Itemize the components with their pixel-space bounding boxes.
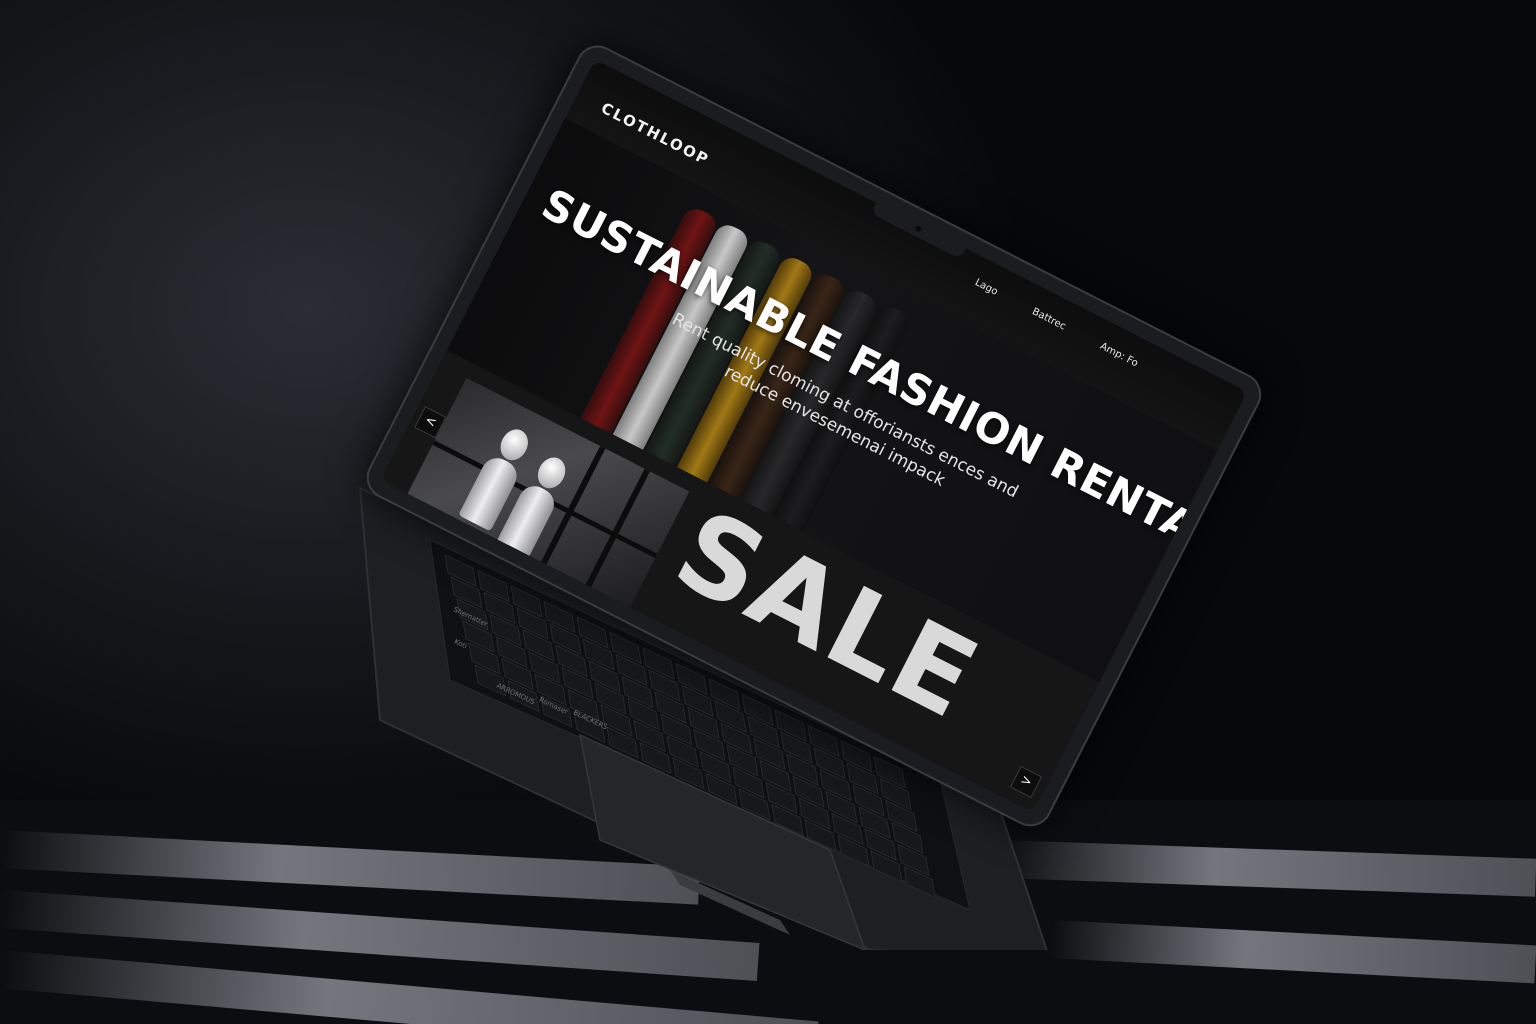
laptop-lid: CLOTHLOOP SUSTAINABLE FASHION RENTALS Re… xyxy=(359,38,1288,834)
light-stripe xyxy=(1049,920,1536,984)
carousel-next-button[interactable]: > xyxy=(1009,765,1043,799)
camera-icon xyxy=(914,224,923,233)
light-stripe xyxy=(999,840,1536,897)
scene: Shematter Koti ARROMOUS Romaser BLACKERS… xyxy=(0,0,1536,1024)
